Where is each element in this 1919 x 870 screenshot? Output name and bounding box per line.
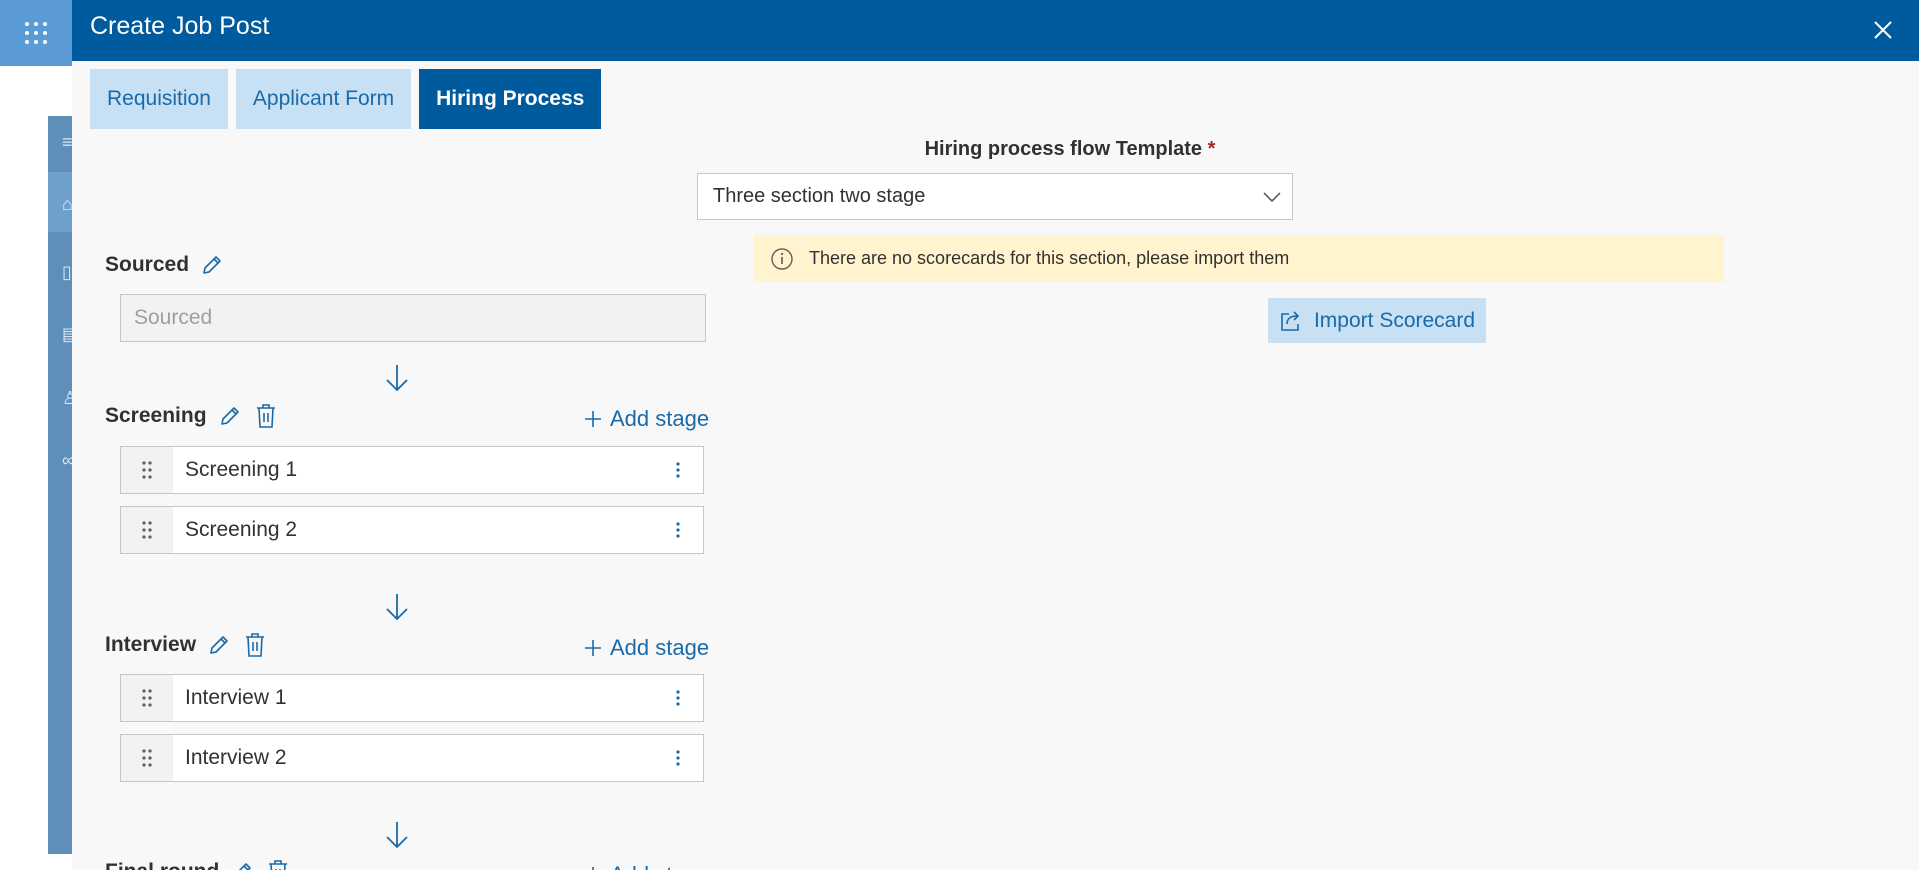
close-icon — [1874, 21, 1892, 39]
stage-row: Screening 2 — [120, 506, 704, 554]
add-stage-final-round-button[interactable]: Add stage — [584, 862, 709, 870]
more-vertical-icon — [676, 690, 680, 706]
section-interview-header: Interview — [105, 632, 268, 658]
edit-final-round-button[interactable] — [229, 859, 255, 870]
pencil-icon — [210, 636, 228, 654]
import-scorecard-button[interactable]: Import Scorecard — [1268, 298, 1486, 343]
gripper-icon — [142, 749, 152, 767]
required-marker: * — [1207, 138, 1216, 160]
add-stage-interview-button[interactable]: Add stage — [584, 635, 709, 661]
section-screening-header: Screening — [105, 403, 279, 429]
template-dropdown[interactable]: Three section two stage — [697, 173, 1293, 220]
plus-icon — [585, 411, 601, 427]
more-vertical-icon — [676, 522, 680, 538]
stage-more-button[interactable] — [653, 507, 703, 553]
stage-name: Screening 2 — [185, 518, 298, 541]
no-scorecards-notice: There are no scorecards for this section… — [754, 235, 1724, 282]
delete-interview-button[interactable] — [242, 632, 268, 658]
delete-final-round-button[interactable] — [265, 859, 291, 870]
add-stage-label: Add stage — [610, 406, 710, 431]
stage-more-button[interactable] — [653, 675, 703, 721]
share-icon — [1281, 310, 1300, 331]
add-stage-label: Add stage — [610, 635, 710, 660]
tab-requisition[interactable]: Requisition — [90, 69, 228, 129]
trash-icon — [256, 404, 275, 428]
plus-icon — [592, 867, 594, 870]
stage-more-button[interactable] — [653, 735, 703, 781]
chevron-down-icon — [1252, 191, 1292, 203]
section-final-round-header: Final round — [105, 859, 291, 870]
stage-more-button[interactable] — [653, 447, 703, 493]
close-button[interactable] — [1867, 14, 1899, 46]
more-vertical-icon — [676, 462, 680, 478]
drag-handle[interactable] — [121, 675, 173, 721]
section-title: Interview — [105, 633, 197, 656]
template-selected-value: Three section two stage — [713, 185, 926, 207]
tab-hiring-process[interactable]: Hiring Process — [419, 69, 602, 129]
plus-icon — [585, 640, 601, 656]
create-job-post-panel: Create Job Post Requisition Applicant Fo… — [72, 0, 1919, 870]
import-scorecard-label: Import Scorecard — [1313, 308, 1476, 332]
template-label: Hiring process flow Template * — [770, 138, 1370, 161]
sourced-readonly-field: Sourced — [120, 294, 706, 342]
drag-handle[interactable] — [121, 507, 173, 553]
info-icon — [769, 246, 795, 272]
stage-name: Interview 1 — [185, 686, 287, 709]
stage-row: Interview 1 — [120, 674, 704, 722]
arrow-down-icon — [386, 594, 408, 621]
pencil-icon — [220, 407, 239, 425]
add-stage-label: Add stage — [610, 862, 709, 870]
stage-name: Interview 2 — [185, 746, 287, 769]
arrow-down-icon — [386, 822, 408, 849]
stage-row: Screening 1 — [120, 446, 704, 494]
section-title: Sourced — [105, 253, 190, 276]
add-stage-screening-button[interactable]: Add stage — [584, 406, 709, 432]
stage-row: Interview 2 — [120, 734, 704, 782]
drag-handle[interactable] — [121, 447, 173, 493]
drag-handle[interactable] — [121, 735, 173, 781]
tab-applicant-form[interactable]: Applicant Form — [235, 69, 412, 129]
trash-icon — [246, 633, 265, 657]
pencil-icon — [203, 256, 221, 274]
gripper-icon — [142, 521, 152, 539]
section-sourced-header: Sourced — [105, 252, 225, 278]
edit-screening-button[interactable] — [217, 403, 243, 429]
trash-icon — [269, 860, 288, 870]
gripper-icon — [142, 689, 152, 707]
edit-interview-button[interactable] — [206, 632, 232, 658]
gripper-icon — [142, 461, 152, 479]
edit-sourced-button[interactable] — [199, 252, 225, 278]
tab-bar: Requisition Applicant Form Hiring Proces… — [90, 69, 602, 129]
panel-title: Create Job Post — [90, 12, 270, 40]
section-title: Screening — [105, 404, 207, 427]
more-vertical-icon — [676, 750, 680, 766]
delete-screening-button[interactable] — [253, 403, 279, 429]
template-label-text: Hiring process flow Template — [924, 138, 1203, 160]
arrow-down-icon — [386, 365, 408, 392]
section-title: Final round — [105, 860, 219, 870]
stage-name: Screening 1 — [185, 458, 298, 481]
panel-header: Create Job Post — [72, 0, 1919, 61]
notice-text: There are no scorecards for this section… — [809, 248, 1290, 268]
waffle-grid-icon — [25, 22, 47, 44]
pencil-icon — [239, 863, 252, 870]
app-launcher-button[interactable] — [0, 0, 72, 66]
